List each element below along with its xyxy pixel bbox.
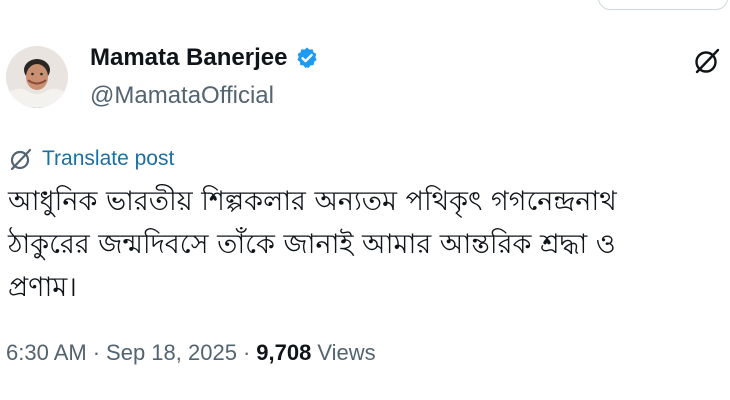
tweet-text-line: ঠাকুরের জন্মদিবসে তাঁকে জানাই আমার আন্তর… xyxy=(8,229,616,260)
tweet-text: আধুনিক ভারতীয় শিল্পকলার অন্যতম পথিকৃৎ গ… xyxy=(8,180,720,309)
tweet-meta: 6:30 AM · Sep 18, 2025 · 9,708 Views xyxy=(6,340,376,366)
views-label: Views xyxy=(317,340,376,365)
top-partial-button[interactable] xyxy=(598,0,728,10)
meta-separator: · xyxy=(242,340,251,365)
author-display-name[interactable]: Mamata Banerjee xyxy=(90,44,287,72)
author-handle[interactable]: @MamataOfficial xyxy=(90,82,274,110)
views-count: 9,708 xyxy=(256,340,312,365)
tweet-time[interactable]: 6:30 AM xyxy=(6,340,87,366)
avatar[interactable] xyxy=(6,46,68,108)
tweet-text-line: প্রণাম। xyxy=(8,272,77,303)
grok-icon[interactable] xyxy=(692,46,722,76)
translate-post-link[interactable]: Translate post xyxy=(8,146,174,172)
tweet-date[interactable]: Sep 18, 2025 xyxy=(106,340,237,366)
translate-post-label[interactable]: Translate post xyxy=(42,147,174,171)
tweet-text-line: আধুনিক ভারতীয় শিল্পকলার অন্যতম পথিকৃৎ গ… xyxy=(8,186,617,217)
translate-icon xyxy=(8,146,34,172)
verified-badge-icon xyxy=(295,46,319,70)
meta-separator: · xyxy=(92,340,101,365)
author-name-row[interactable]: Mamata Banerjee xyxy=(90,44,319,72)
